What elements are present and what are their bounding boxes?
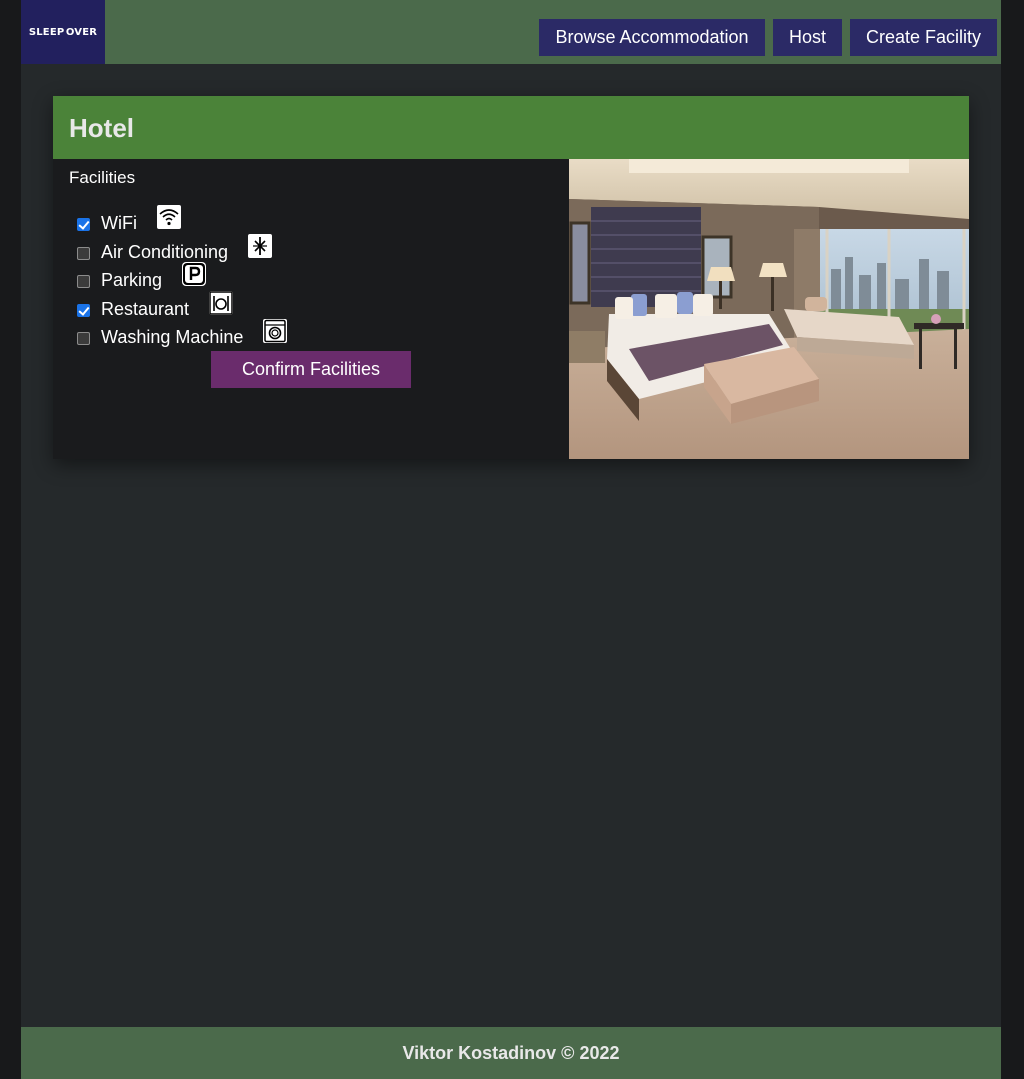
app-root: SLEEP OVER Browse Accommodation Host Cre… bbox=[21, 0, 1001, 1079]
air-conditioning-checkbox[interactable] bbox=[77, 247, 90, 260]
facility-label: WiFi bbox=[101, 213, 137, 233]
create-facility-button[interactable]: Create Facility bbox=[850, 19, 997, 56]
washing-machine-icon bbox=[263, 319, 287, 343]
logo[interactable]: SLEEP OVER bbox=[21, 0, 105, 64]
facility-label: Parking bbox=[101, 270, 163, 290]
facility-label: Air Conditioning bbox=[101, 242, 229, 262]
air-conditioning-icon bbox=[248, 234, 272, 258]
navbar: SLEEP OVER Browse Accommodation Host Cre… bbox=[21, 0, 1001, 64]
footer: Viktor Kostadinov © 2022 bbox=[21, 1027, 1001, 1079]
browse-accommodation-button[interactable]: Browse Accommodation bbox=[539, 19, 765, 56]
parking-icon bbox=[182, 262, 206, 286]
facility-label: Washing Machine bbox=[101, 327, 244, 347]
hotel-room-image bbox=[569, 159, 969, 459]
facilities-label: Facilities bbox=[69, 168, 136, 187]
parking-checkbox[interactable] bbox=[77, 275, 90, 288]
wifi-icon bbox=[157, 205, 181, 229]
restaurant-icon bbox=[209, 291, 233, 315]
restaurant-checkbox[interactable] bbox=[77, 304, 90, 317]
facility-label: Restaurant bbox=[101, 299, 190, 319]
accommodation-card: Hotel Facilities WiFi Air Conditioning P… bbox=[53, 96, 969, 459]
wifi-checkbox[interactable] bbox=[77, 218, 90, 231]
card-header: Hotel bbox=[53, 96, 969, 159]
confirm-facilities-button[interactable]: Confirm Facilities bbox=[211, 351, 411, 388]
washing-machine-checkbox[interactable] bbox=[77, 332, 90, 345]
card-title: Hotel bbox=[69, 113, 134, 143]
host-button[interactable]: Host bbox=[773, 19, 842, 56]
footer-copyright: Viktor Kostadinov © 2022 bbox=[402, 1042, 620, 1063]
